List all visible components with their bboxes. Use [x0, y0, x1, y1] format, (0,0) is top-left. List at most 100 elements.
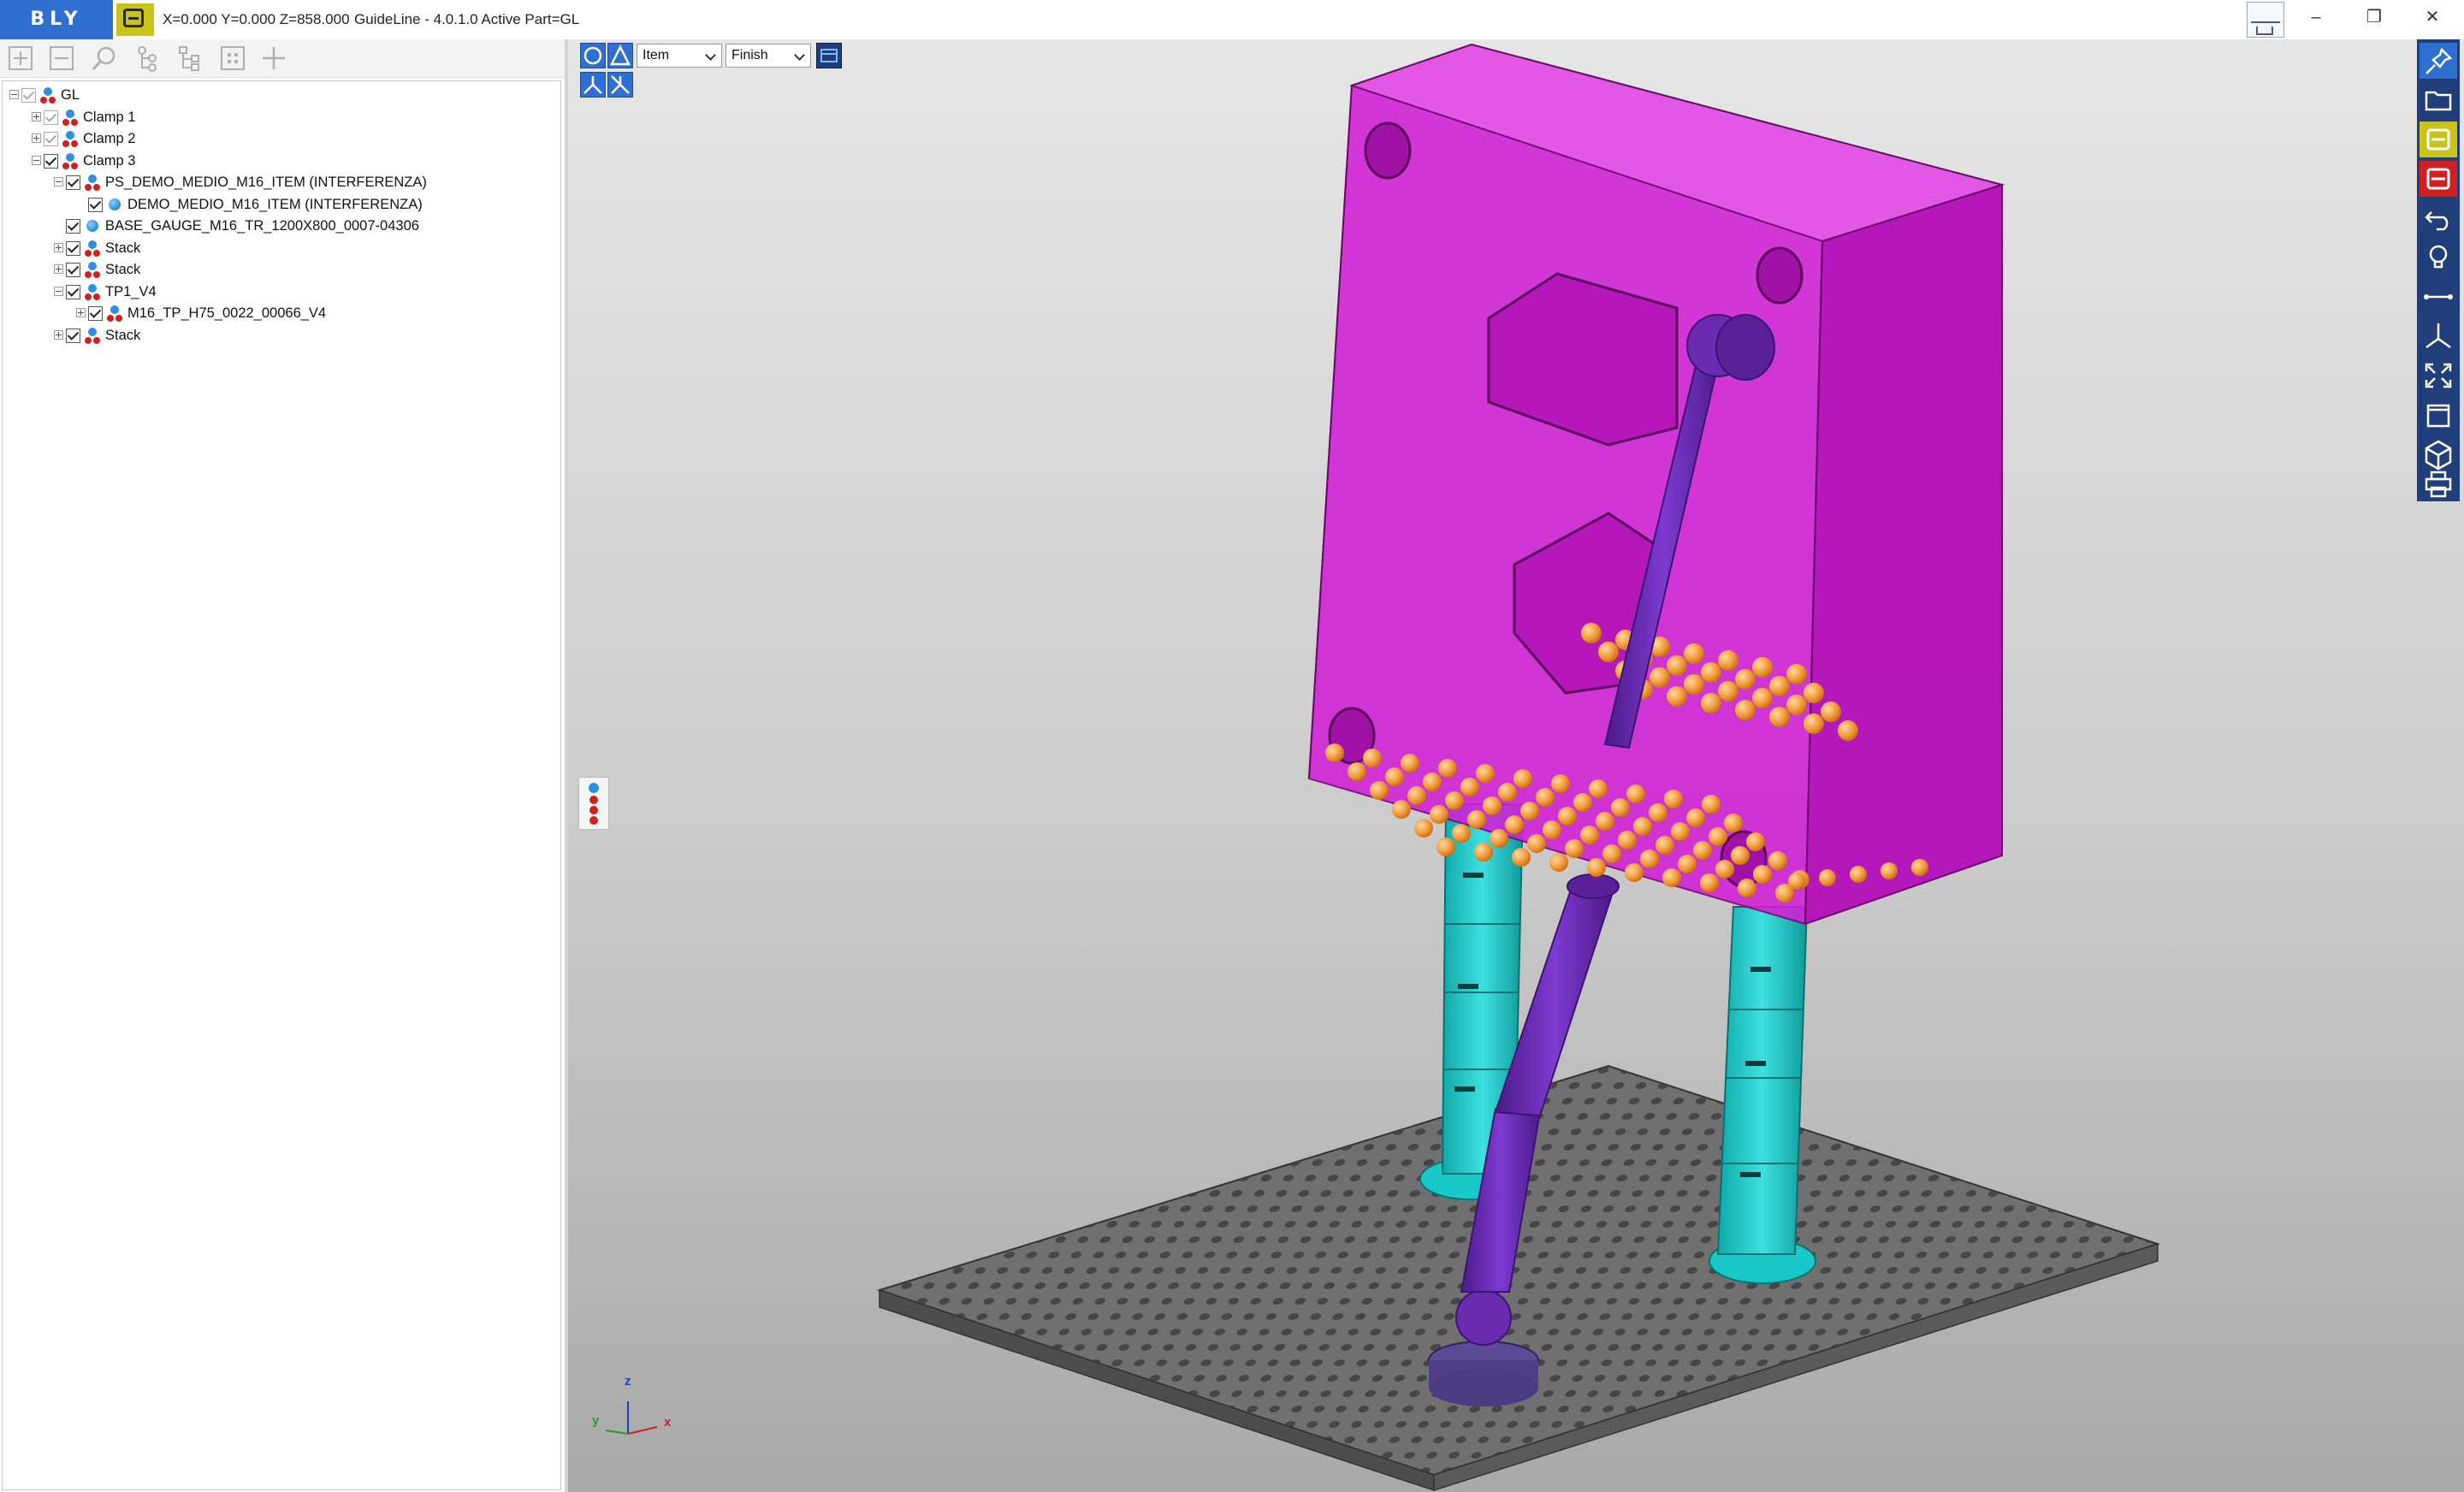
b-yellow-icon[interactable] — [2420, 121, 2457, 157]
tree-item[interactable]: PS_DEMO_MEDIO_M16_ITEM (INTERFERENZA) — [3, 172, 550, 193]
tree-expander-icon[interactable] — [9, 90, 19, 99]
tree-structure-icon[interactable] — [133, 44, 161, 72]
tree-expander-icon[interactable] — [76, 308, 86, 317]
visibility-checkbox[interactable] — [66, 219, 80, 234]
sphere-view-icon[interactable] — [580, 43, 606, 68]
view-iso-icon[interactable] — [607, 72, 633, 98]
print-icon[interactable] — [2420, 467, 2457, 501]
contact-ball — [1436, 838, 1455, 856]
coordinate-readout: X=0.000 Y=0.000 Z=858.000 — [163, 11, 350, 27]
render-mode-dropdown[interactable]: Finish — [726, 44, 811, 68]
view-box-icon[interactable] — [2420, 397, 2457, 433]
viewport-toolbar: Item Finish — [580, 43, 842, 99]
part-icon — [86, 220, 98, 232]
visibility-checkbox[interactable] — [66, 240, 80, 256]
contact-ball — [1573, 793, 1592, 812]
contact-ball — [1684, 643, 1704, 664]
tree-item[interactable]: GL — [3, 85, 550, 106]
contact-ball — [1752, 688, 1773, 708]
contact-ball — [1476, 764, 1495, 783]
right-toolbar — [2417, 39, 2460, 501]
expand-all-icon[interactable] — [7, 44, 34, 72]
visibility-checkbox[interactable] — [21, 88, 36, 103]
contact-ball — [1558, 807, 1577, 826]
visibility-checkbox[interactable] — [66, 284, 80, 299]
visibility-checkbox[interactable] — [66, 175, 80, 190]
view-front-icon[interactable] — [580, 72, 606, 98]
tree-expander-icon[interactable] — [32, 133, 41, 143]
contact-ball — [1735, 669, 1756, 690]
tree-expander-icon[interactable] — [54, 286, 63, 296]
tree-expander-icon[interactable] — [54, 177, 63, 186]
visibility-checkbox[interactable] — [44, 153, 58, 169]
stack-palette-tab[interactable] — [578, 777, 609, 830]
tree-expander-icon[interactable] — [32, 111, 41, 121]
tree-hierarchy-icon[interactable] — [176, 44, 204, 72]
tree-item[interactable]: Clamp 3 — [3, 151, 550, 172]
minimize-button[interactable]: – — [2288, 0, 2344, 34]
contact-ball — [1445, 791, 1464, 810]
visibility-checkbox[interactable] — [88, 197, 103, 212]
display-options-icon[interactable] — [816, 43, 842, 68]
tree-item[interactable]: Stack — [3, 325, 550, 346]
lightbulb-icon[interactable] — [2420, 240, 2457, 275]
open-folder-icon[interactable] — [2420, 82, 2457, 118]
tree-item[interactable]: M16_TP_H75_0022_00066_V4 — [3, 303, 550, 324]
collapse-all-icon[interactable] — [48, 44, 75, 72]
undo-icon[interactable] — [2420, 200, 2457, 236]
contact-ball — [1401, 754, 1419, 773]
search-icon[interactable] — [91, 44, 118, 72]
visibility-checkbox[interactable] — [66, 328, 80, 343]
tree-item-label: DEMO_MEDIO_M16_ITEM (INTERFERENZA) — [127, 196, 423, 212]
contact-ball — [1633, 817, 1652, 836]
visibility-checkbox[interactable] — [44, 132, 58, 146]
pin-icon[interactable] — [2420, 43, 2457, 79]
b-red-icon[interactable] — [2420, 161, 2457, 197]
tree-item[interactable]: DEMO_MEDIO_M16_ITEM (INTERFERENZA) — [3, 194, 550, 216]
contact-ball — [1850, 866, 1867, 883]
close-button[interactable]: ✕ — [2404, 0, 2461, 34]
contact-ball — [1589, 779, 1608, 798]
b-app-icon[interactable] — [116, 3, 154, 36]
axes-icon[interactable] — [2420, 318, 2457, 354]
tree-item[interactable]: Clamp 2 — [3, 128, 550, 150]
contact-ball — [1452, 824, 1471, 843]
cone-view-icon[interactable] — [607, 43, 633, 68]
contact-ball — [1527, 834, 1546, 853]
add-icon[interactable] — [260, 44, 287, 72]
tree-item[interactable]: Stack — [3, 238, 550, 259]
3d-viewport[interactable]: Item Finish z x y — [568, 39, 2464, 1492]
restore-button[interactable]: ❐ — [2346, 0, 2402, 34]
assembly-icon — [83, 240, 102, 258]
contact-ball — [1580, 826, 1599, 844]
contact-ball — [1430, 805, 1448, 824]
zoom-extents-icon[interactable] — [2420, 358, 2457, 394]
tree-expander-icon[interactable] — [32, 155, 41, 165]
fit-selection-icon[interactable] — [219, 44, 246, 72]
contact-ball — [1804, 713, 1824, 734]
visibility-checkbox[interactable] — [44, 110, 58, 125]
tree-expander-icon[interactable] — [54, 329, 63, 340]
tree-item[interactable]: TP1_V4 — [3, 281, 550, 303]
tree-item-label: Stack — [105, 327, 141, 343]
tree-item[interactable]: Stack — [3, 259, 550, 281]
visibility-checkbox[interactable] — [88, 306, 103, 321]
contact-ball — [1752, 657, 1773, 678]
tree-item[interactable]: Clamp 1 — [3, 107, 550, 128]
tree-expander-icon[interactable] — [54, 242, 63, 252]
view-thumbnail-icon[interactable] — [2247, 2, 2284, 38]
contact-ball — [1543, 820, 1561, 839]
contact-ball — [1611, 798, 1630, 817]
tree-item-label: Clamp 1 — [83, 109, 136, 125]
measure-distance-icon[interactable] — [2420, 279, 2457, 315]
3d-model-scene[interactable] — [568, 39, 2464, 1492]
contact-ball — [1693, 841, 1712, 860]
assembly-icon — [83, 283, 102, 302]
window-title: GuideLine - 4.0.1.0 Active Part=GL — [354, 11, 580, 27]
tree-expander-icon[interactable] — [54, 264, 63, 274]
selection-mode-dropdown[interactable]: Item — [637, 44, 722, 68]
visibility-checkbox[interactable] — [66, 263, 80, 277]
tree-toolbar — [0, 39, 565, 78]
tree-item[interactable]: BASE_GAUGE_M16_TR_1200X800_0007-04306 — [3, 216, 550, 237]
contact-ball — [1598, 642, 1619, 662]
